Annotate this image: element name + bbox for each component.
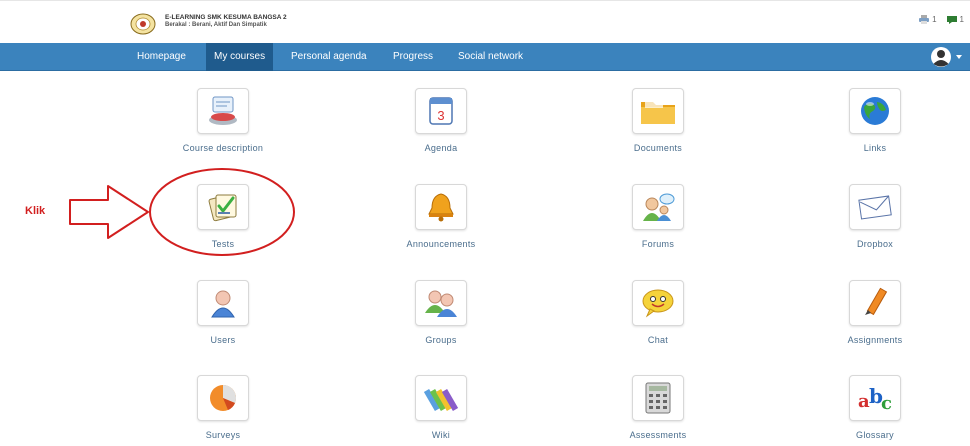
tool-wiki[interactable]: Wiki	[371, 375, 511, 440]
tool-forums[interactable]: Forums	[588, 184, 728, 249]
tool-label: Forums	[641, 239, 675, 249]
notifications[interactable]: 1	[919, 15, 937, 24]
course-description-icon[interactable]	[197, 88, 249, 134]
klik-annotation-label: Klik	[25, 205, 46, 217]
svg-text:c: c	[881, 393, 892, 414]
messages-count: 1	[959, 15, 964, 24]
tool-label: Groups	[425, 335, 457, 345]
pie-chart-icon[interactable]	[197, 375, 249, 421]
tool-label: Chat	[647, 335, 669, 345]
tool-label: Glossary	[856, 430, 894, 440]
tool-chat[interactable]: Chat	[588, 280, 728, 345]
tool-users[interactable]: Users	[153, 280, 293, 345]
nav-progress[interactable]: Progress	[385, 43, 441, 71]
avatar-icon	[931, 47, 951, 67]
test-checklist-icon[interactable]	[197, 184, 249, 230]
site-tagline: Berakal : Berani, Aktif Dan Simpatik	[165, 22, 267, 28]
message-icon	[946, 15, 957, 24]
tool-label: Assignments	[847, 335, 903, 345]
tool-label: Announcements	[406, 239, 476, 249]
user-menu[interactable]	[930, 46, 962, 68]
nav-personal-agenda[interactable]: Personal agenda	[283, 43, 375, 71]
tool-assessments[interactable]: Assessments	[588, 375, 728, 440]
tool-glossary[interactable]: a b c Glossary	[805, 375, 945, 440]
notifications-count: 1	[932, 15, 937, 24]
abc-icon[interactable]: a b c	[849, 375, 901, 421]
tool-label: Documents	[633, 143, 683, 153]
books-icon[interactable]	[415, 375, 467, 421]
printer-icon	[919, 15, 930, 24]
calculator-icon[interactable]	[632, 375, 684, 421]
svg-text:3: 3	[437, 108, 444, 123]
school-logo-icon[interactable]	[130, 13, 156, 35]
arrow-right-icon	[69, 185, 149, 239]
tool-dropbox[interactable]: Dropbox	[805, 184, 945, 249]
caret-down-icon	[956, 55, 962, 59]
group-icon[interactable]	[415, 280, 467, 326]
tool-agenda[interactable]: 3 Agenda	[371, 88, 511, 153]
tool-label: Wiki	[431, 430, 451, 440]
tool-label: Agenda	[424, 143, 458, 153]
pencil-icon[interactable]	[849, 280, 901, 326]
tool-label: Assessments	[629, 430, 687, 440]
tool-announcements[interactable]: Announcements	[371, 184, 511, 249]
tool-course-description[interactable]: Course description	[153, 88, 293, 153]
tool-label: Links	[863, 143, 887, 153]
forum-icon[interactable]	[632, 184, 684, 230]
calendar-icon[interactable]: 3	[415, 88, 467, 134]
tool-label: Tests	[211, 239, 235, 249]
tool-label: Surveys	[205, 430, 241, 440]
chat-icon[interactable]	[632, 280, 684, 326]
tool-tests[interactable]: Tests	[153, 184, 293, 249]
folder-icon[interactable]	[632, 88, 684, 134]
nav-my-courses[interactable]: My courses	[206, 43, 274, 71]
nav-homepage[interactable]: Homepage	[129, 43, 194, 71]
nav-social-network[interactable]: Social network	[450, 43, 531, 71]
envelope-icon[interactable]	[849, 184, 901, 230]
bell-icon[interactable]	[415, 184, 467, 230]
top-bar: E-LEARNING SMK KESUMA BANGSA 2 Berakal :…	[0, 0, 970, 40]
tool-groups[interactable]: Groups	[371, 280, 511, 345]
tool-label: Users	[210, 335, 236, 345]
site-name: E-LEARNING SMK KESUMA BANGSA 2	[165, 14, 287, 21]
tool-assignments[interactable]: Assignments	[805, 280, 945, 345]
tool-links[interactable]: Links	[805, 88, 945, 153]
globe-icon[interactable]	[849, 88, 901, 134]
tool-documents[interactable]: Documents	[588, 88, 728, 153]
tool-label: Course description	[182, 143, 264, 153]
main-navbar: Homepage My courses Personal agenda Prog…	[0, 43, 970, 71]
user-icon[interactable]	[197, 280, 249, 326]
messages[interactable]: 1	[946, 15, 964, 24]
tool-surveys[interactable]: Surveys	[153, 375, 293, 440]
tool-label: Dropbox	[856, 239, 894, 249]
